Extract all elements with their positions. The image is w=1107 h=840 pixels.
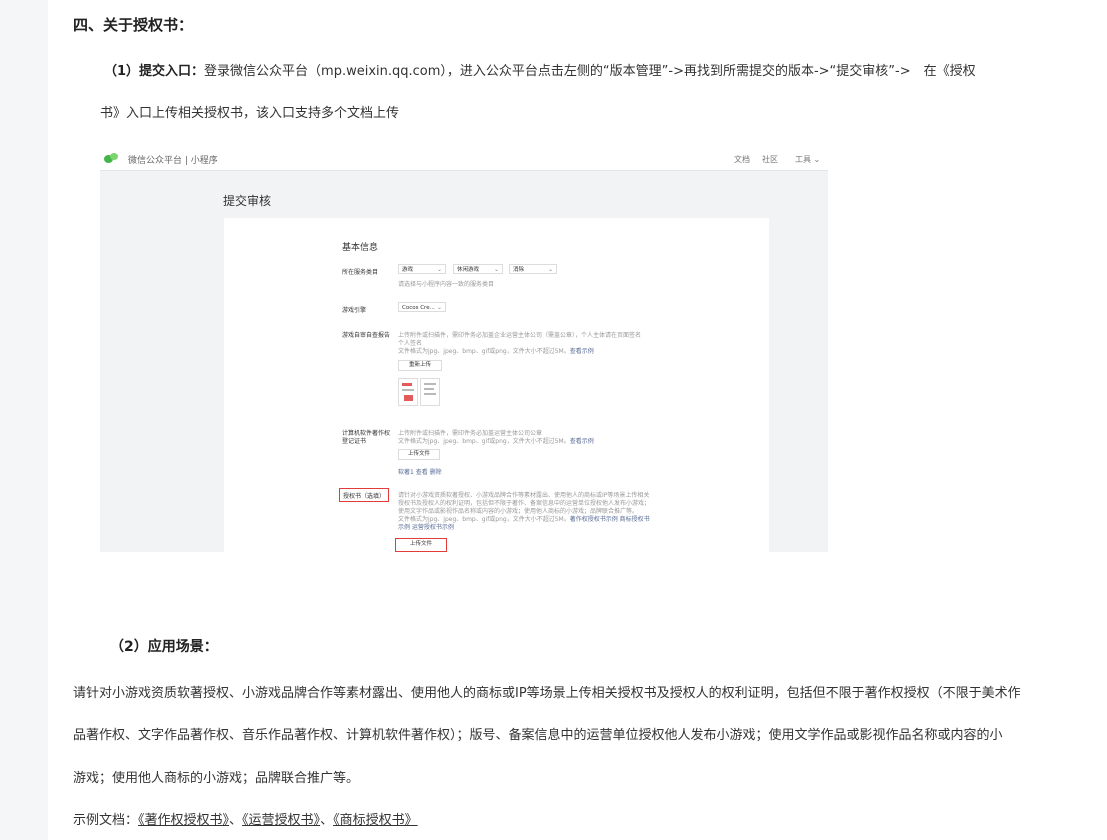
thumbnail-1: [398, 378, 418, 406]
auth-upload-button: 上传文件: [399, 540, 443, 551]
chevron-down-icon: ⌄: [547, 266, 553, 273]
reupload-button: 重新上传: [398, 360, 442, 371]
service-category-hint: 请选择与小程序内容一致的服务类目: [398, 281, 495, 288]
section-heading: 四、关于授权书：: [73, 16, 194, 34]
engine-label: 游戏引擎: [342, 307, 367, 314]
auth-links-2: 示例 运营授权书示例: [398, 524, 454, 531]
chevron-down-icon: ⌄: [436, 304, 442, 311]
step2-line3: 游戏；使用他人商标的小游戏；品牌联合推广等。: [73, 771, 360, 786]
record-label: 游戏自审自查报告: [342, 332, 391, 339]
category-select-3: 消除 ⌄: [509, 264, 557, 274]
embedded-screenshot: 微信公众平台 | 小程序 文档 社区 工具 ⌄ 提交审核 基本信息 所在服务类目…: [100, 152, 828, 552]
chevron-down-icon: ⌄: [493, 266, 499, 273]
service-category-label: 所在服务类目: [342, 269, 379, 276]
software-format: 文件格式为jpg、jpeg、bmp、gif或png，文件大小不超过5M。查看示例: [398, 438, 594, 445]
software-label-2: 登记证书: [342, 438, 367, 445]
screenshot-nav: 微信公众平台 | 小程序 文档 社区 工具 ⌄: [100, 152, 828, 171]
screenshot-nav-title: 微信公众平台 | 小程序: [128, 156, 218, 166]
link-operation-auth[interactable]: 《运营授权书》: [242, 813, 320, 828]
basic-info-title: 基本信息: [342, 243, 379, 253]
link-trademark-auth[interactable]: 《商标授权书》: [333, 813, 418, 828]
step2-heading: （2）应用场景：: [110, 639, 218, 655]
step2-line2: 品著作权、文字作品著作权、音乐作品著作权、计算机软件著作权）；版号、备案信息中的…: [73, 728, 1003, 743]
example-docs-prefix: 示例文档：: [73, 813, 139, 828]
link-copyright-auth[interactable]: 《著作权授权书》: [138, 813, 229, 828]
step1-label: （1）提交入口：: [104, 64, 205, 79]
auth-label: 授权书（选填）: [343, 493, 386, 500]
left-gutter: [0, 0, 48, 840]
wechat-logo-icon: [104, 153, 120, 165]
screenshot-form-card: 基本信息 所在服务类目 游戏 ⌄ 休闲游戏 ⌄ 消除 ⌄ 请选择与小程序内容一致的服务…: [224, 218, 769, 552]
engine-select: Cocos Cre... ⌄: [398, 302, 446, 312]
example-docs: 示例文档：《著作权授权书》、《运营授权书》、《商标授权书》: [73, 813, 418, 828]
chevron-down-icon: ⌄: [436, 266, 442, 273]
step2-line1: 请针对小游戏资质软著授权、小游戏品牌合作等素材露出、使用他人的商标或IP等场景上…: [73, 686, 1021, 701]
software-upload-button: 上传文件: [398, 449, 440, 460]
thumbnail-2: [420, 378, 440, 406]
record-format: 文件格式为jpg、jpeg、bmp、gif或png，文件大小不超过5M。查看示例: [398, 348, 594, 355]
uploaded-file: 软著1 查看 删除: [398, 469, 442, 476]
nav-link-docs: 文档: [734, 155, 750, 164]
category-select-2: 休闲游戏 ⌄: [453, 264, 503, 274]
category-select-1: 游戏 ⌄: [398, 264, 446, 274]
step1-line1: （1）提交入口：登录微信公众平台（mp.weixin.qq.com），进入公众平…: [104, 60, 976, 79]
nav-link-community: 社区: [762, 155, 778, 164]
step1-text-line1: 登录微信公众平台（mp.weixin.qq.com），进入公众平台点击左侧的“版…: [204, 64, 976, 79]
screenshot-page-title: 提交审核: [223, 194, 272, 208]
record-hint-1: 上传附件或扫描件，需印件务必加盖企业运营主体公司（需盖公章），个人主体请在页面签…: [398, 332, 642, 339]
nav-link-tools: 工具 ⌄: [795, 155, 821, 164]
step1-line2: 书》入口上传相关授权书，该入口支持多个文档上传: [100, 106, 400, 121]
